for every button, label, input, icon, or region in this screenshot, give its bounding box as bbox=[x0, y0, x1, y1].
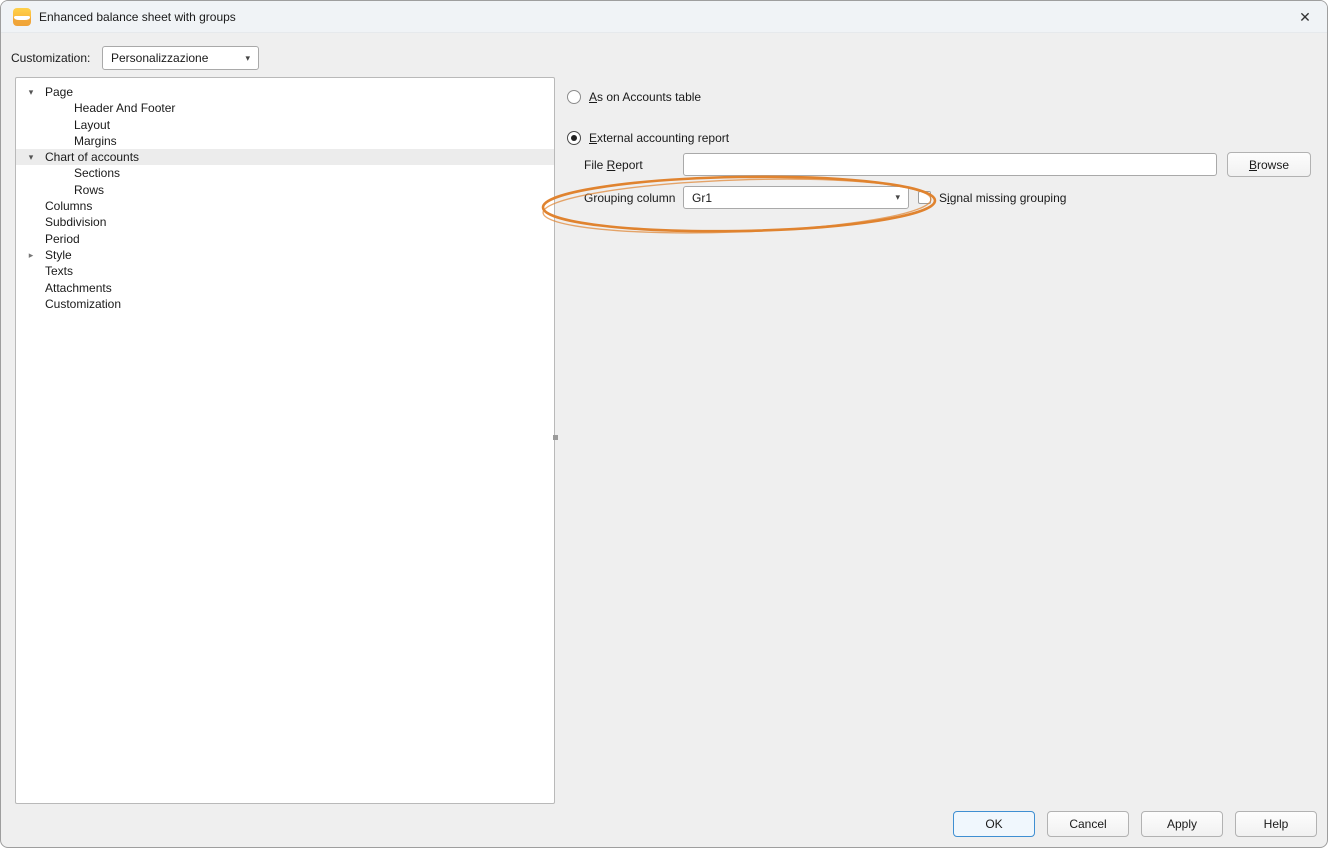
expand-arrow-icon[interactable]: ▾ bbox=[24, 149, 38, 165]
chevron-down-icon: ▾ bbox=[895, 192, 900, 202]
customization-dropdown-value: Personalizzazione bbox=[111, 51, 209, 65]
banana-app-icon bbox=[13, 8, 31, 26]
settings-tree: ▾ Page Header And Footer Layout Margins … bbox=[15, 77, 555, 804]
radio-circle-icon[interactable] bbox=[567, 131, 581, 145]
tree-item-margins[interactable]: Margins bbox=[16, 133, 554, 149]
tree-item-customization[interactable]: Customization bbox=[16, 296, 554, 312]
tree-item-attachments[interactable]: Attachments bbox=[16, 280, 554, 296]
radio-as-on-accounts-table[interactable]: As on Accounts table bbox=[567, 90, 701, 104]
help-button[interactable]: Help bbox=[1235, 811, 1317, 837]
tree-item-chart-of-accounts[interactable]: ▾ Chart of accounts bbox=[16, 149, 554, 166]
tree-item-style[interactable]: ▸ Style bbox=[16, 247, 554, 263]
chevron-down-icon: ▾ bbox=[245, 52, 250, 63]
browse-button[interactable]: Browse bbox=[1227, 152, 1311, 177]
grouping-column-label: Grouping column bbox=[584, 191, 676, 205]
titlebar: Enhanced balance sheet with groups ✕ bbox=[1, 1, 1327, 33]
radio-external-accounting-report[interactable]: External accounting report bbox=[567, 131, 729, 145]
file-report-label: File Report bbox=[584, 158, 643, 172]
apply-button[interactable]: Apply bbox=[1141, 811, 1223, 837]
panel-splitter-handle[interactable] bbox=[553, 435, 558, 440]
tree-item-layout[interactable]: Layout bbox=[16, 117, 554, 133]
file-report-input[interactable] bbox=[683, 153, 1217, 176]
window-title: Enhanced balance sheet with groups bbox=[39, 10, 236, 24]
tree-item-period[interactable]: Period bbox=[16, 231, 554, 247]
customization-dropdown[interactable]: Personalizzazione ▾ bbox=[102, 46, 259, 70]
tree-item-page[interactable]: ▾ Page bbox=[16, 84, 554, 100]
radio-external-report-label: External accounting report bbox=[589, 131, 730, 145]
ok-button[interactable]: OK bbox=[953, 811, 1035, 837]
close-icon[interactable]: ✕ bbox=[1291, 4, 1319, 30]
signal-missing-grouping-label: Signal missing grouping bbox=[939, 191, 1067, 205]
signal-missing-grouping-checkbox[interactable] bbox=[918, 191, 931, 204]
collapse-arrow-icon[interactable]: ▸ bbox=[24, 247, 38, 263]
tree-item-texts[interactable]: Texts bbox=[16, 263, 554, 279]
expand-arrow-icon[interactable]: ▾ bbox=[24, 84, 38, 100]
tree-item-subdivision[interactable]: Subdivision bbox=[16, 214, 554, 230]
tree-item-rows[interactable]: Rows bbox=[16, 182, 554, 198]
tree-item-sections[interactable]: Sections bbox=[16, 165, 554, 181]
cancel-button[interactable]: Cancel bbox=[1047, 811, 1129, 837]
radio-circle-icon[interactable] bbox=[567, 90, 581, 104]
tree-item-columns[interactable]: Columns bbox=[16, 198, 554, 214]
customization-label: Customization: bbox=[11, 51, 91, 65]
grouping-column-dropdown[interactable]: Gr1 ▾ bbox=[683, 186, 909, 209]
tree-item-header-and-footer[interactable]: Header And Footer bbox=[16, 100, 554, 116]
radio-as-on-accounts-label: As on Accounts table bbox=[589, 90, 702, 104]
grouping-column-value: Gr1 bbox=[692, 190, 713, 205]
enhanced-balance-sheet-dialog: Enhanced balance sheet with groups ✕ Cus… bbox=[0, 0, 1328, 848]
